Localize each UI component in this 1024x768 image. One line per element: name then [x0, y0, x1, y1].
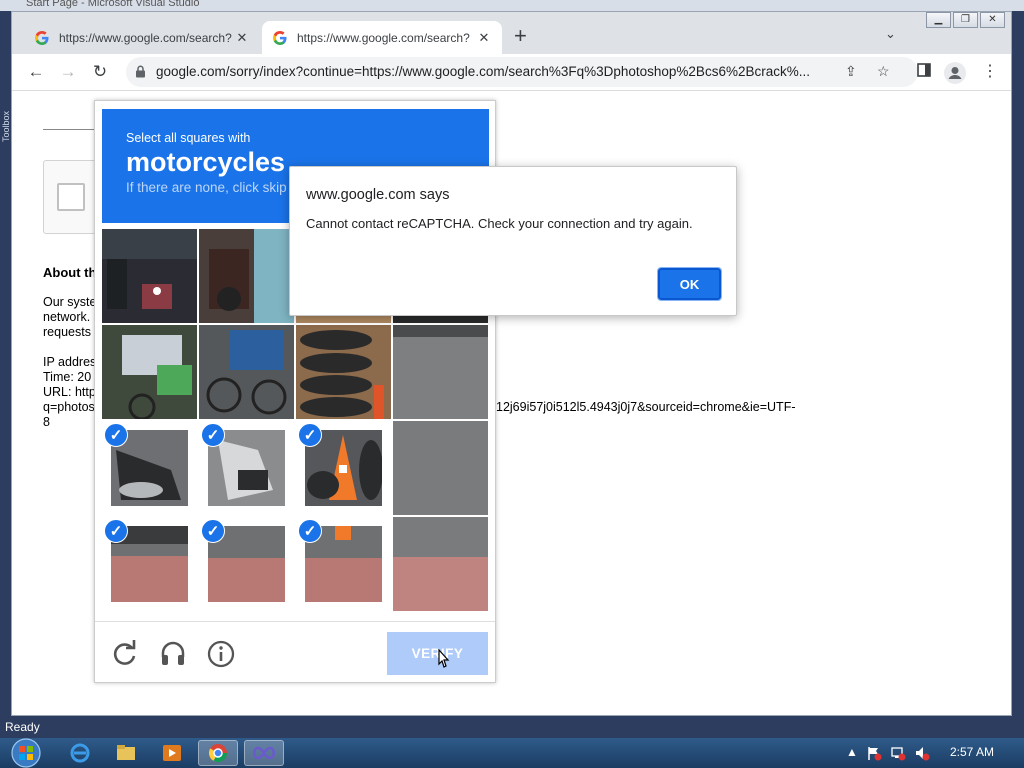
status-text: Ready — [5, 720, 40, 734]
captcha-tile[interactable] — [199, 229, 294, 323]
ide-status-bar: Ready — [0, 716, 1024, 738]
google-favicon-icon — [35, 30, 49, 45]
captcha-tile[interactable] — [102, 325, 197, 419]
close-icon[interactable]: ✕ — [234, 30, 250, 46]
info-icon[interactable] — [206, 639, 236, 669]
info-line: q=photos — [43, 400, 95, 414]
tab-google-search-2[interactable]: https://www.google.com/search? ✕ — [262, 21, 502, 54]
challenge-instruction: Select all squares with — [126, 131, 251, 145]
info-line: URL: http — [43, 385, 96, 399]
lock-icon[interactable] — [135, 65, 146, 78]
tile-image — [393, 325, 488, 419]
chrome-icon[interactable] — [198, 740, 238, 766]
captcha-tile-selected[interactable]: ✓ — [199, 421, 294, 515]
captcha-tile-selected[interactable]: ✓ — [199, 517, 294, 611]
profile-avatar-icon[interactable] — [944, 62, 966, 84]
tab-title: https://www.google.com/search? — [59, 30, 232, 45]
tile-image — [102, 325, 197, 419]
tab-strip: https://www.google.com/search? ✕ https:/… — [12, 12, 1011, 54]
toolbox-tab[interactable]: Toolbox — [1, 111, 11, 142]
ok-button[interactable]: OK — [657, 267, 722, 301]
bookmark-star-icon[interactable]: ☆ — [877, 63, 890, 80]
share-icon[interactable]: ⇪ — [845, 63, 857, 80]
tile-image — [102, 229, 197, 323]
dialog-message: Cannot contact reCAPTCHA. Check your con… — [306, 216, 693, 231]
about-heading: About th — [43, 265, 97, 280]
address-bar[interactable]: google.com/sorry/index?continue=https://… — [126, 57, 918, 87]
tile-image — [393, 517, 488, 611]
visual-studio-icon[interactable] — [244, 740, 284, 766]
tile-image — [393, 421, 488, 515]
media-player-icon[interactable] — [152, 740, 192, 766]
captcha-tile[interactable] — [393, 325, 488, 419]
alert-dialog: www.google.com says Cannot contact reCAP… — [289, 166, 737, 316]
google-favicon-icon — [273, 30, 287, 45]
tab-google-search-1[interactable]: https://www.google.com/search? ✕ — [24, 21, 260, 54]
selected-check-icon: ✓ — [298, 519, 322, 543]
captcha-tile[interactable] — [393, 421, 488, 515]
system-clock[interactable]: 2:57 AM — [950, 745, 994, 759]
ide-left-panel: Toolbox — [0, 11, 11, 716]
captcha-tile-selected[interactable]: ✓ — [296, 517, 391, 611]
page-content: About th Our syste network. requests IP … — [12, 92, 1011, 715]
menu-dots-icon[interactable]: ⋮ — [982, 61, 998, 81]
mouse-cursor-icon — [438, 649, 450, 668]
url-text: google.com/sorry/index?continue=https://… — [156, 64, 810, 79]
network-icon[interactable] — [890, 745, 906, 761]
tab-title: https://www.google.com/search? — [297, 30, 470, 45]
audio-challenge-icon[interactable] — [158, 639, 188, 669]
tile-image — [199, 229, 294, 323]
forward-arrow-icon[interactable]: → — [57, 61, 79, 83]
captcha-tile[interactable] — [393, 517, 488, 611]
close-icon[interactable]: ✕ — [476, 30, 492, 46]
selected-check-icon: ✓ — [298, 423, 322, 447]
back-arrow-icon[interactable]: ← — [25, 61, 47, 83]
selected-check-icon: ✓ — [201, 519, 225, 543]
info-line: Time: 20 — [43, 370, 92, 384]
paragraph-line: Our syste — [43, 295, 97, 309]
dialog-title: www.google.com says — [306, 187, 450, 203]
restore-button[interactable]: ❐ — [953, 12, 978, 28]
browser-window: https://www.google.com/search? ✕ https:/… — [11, 11, 1012, 716]
captcha-tile-selected[interactable]: ✓ — [102, 517, 197, 611]
ide-right-panel — [1012, 11, 1024, 716]
reload-icon[interactable]: ↻ — [89, 61, 111, 83]
url-tail: 12j69i57j0i512l5.4943j0j7&sourceid=chrom… — [496, 400, 796, 414]
selected-check-icon: ✓ — [104, 519, 128, 543]
window-controls: ▁ ❐ ✕ — [926, 12, 1005, 28]
captcha-tile-selected[interactable]: ✓ — [102, 421, 197, 515]
show-hidden-icons-icon[interactable]: ▲ — [846, 745, 858, 759]
tab-search-chevron-icon[interactable]: ⌄ — [885, 26, 896, 42]
internet-explorer-icon[interactable] — [60, 740, 100, 766]
url-tail-line-2: 8 — [43, 415, 50, 429]
captcha-tile-selected[interactable]: ✓ — [296, 421, 391, 515]
file-explorer-icon[interactable] — [106, 740, 146, 766]
paragraph-line: network. — [43, 310, 91, 324]
tile-image — [199, 325, 294, 419]
taskbar: ▲ 2:57 AM — [0, 738, 1024, 768]
side-panel-icon[interactable] — [917, 63, 931, 77]
volume-muted-icon[interactable] — [914, 745, 930, 761]
start-button-icon[interactable] — [9, 738, 43, 768]
info-line: IP addres — [43, 355, 97, 369]
paragraph-line: requests — [43, 325, 91, 339]
selected-check-icon: ✓ — [201, 423, 225, 447]
minimize-button[interactable]: ▁ — [926, 12, 951, 28]
selected-check-icon: ✓ — [104, 423, 128, 447]
new-tab-button[interactable]: + — [514, 25, 527, 47]
ide-window-title: Start Page - Microsoft Visual Studio — [26, 0, 200, 9]
captcha-tile[interactable] — [296, 325, 391, 419]
captcha-tile[interactable] — [102, 229, 197, 323]
divider — [95, 621, 495, 622]
action-center-flag-icon[interactable] — [866, 745, 882, 761]
recaptcha-checkbox[interactable] — [57, 183, 85, 211]
captcha-tile[interactable] — [199, 325, 294, 419]
reload-challenge-icon[interactable] — [110, 639, 140, 669]
tile-image — [296, 325, 391, 419]
close-window-button[interactable]: ✕ — [980, 12, 1005, 28]
browser-toolbar: ← → ↻ google.com/sorry/index?continue=ht… — [12, 54, 1011, 91]
ide-title-bar: Start Page - Microsoft Visual Studio — [0, 0, 1024, 11]
